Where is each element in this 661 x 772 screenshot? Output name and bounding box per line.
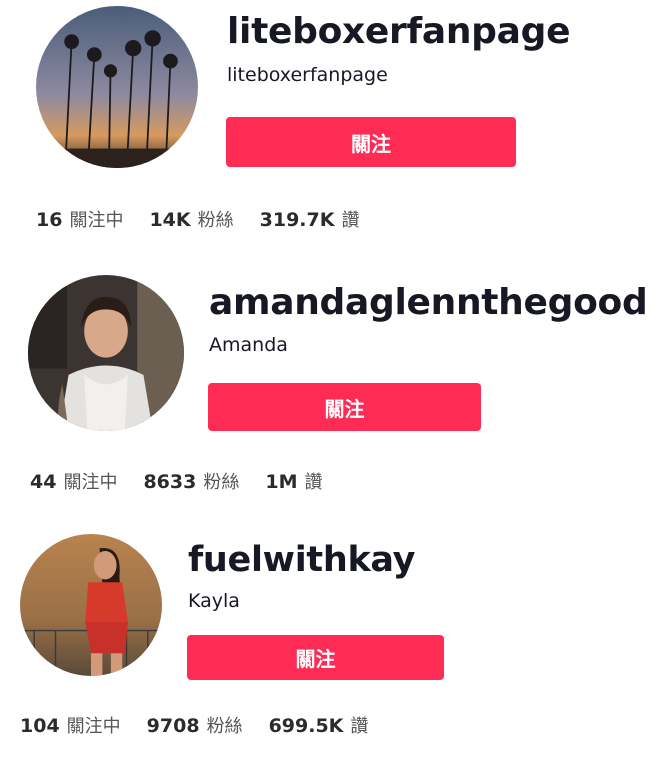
following-label: 關注中	[66, 716, 121, 737]
likes-count: 699.5K	[268, 715, 344, 737]
nickname: Kayla	[188, 590, 240, 612]
followers-count: 8633	[143, 471, 197, 493]
avatar[interactable]	[36, 6, 198, 168]
following-count: 104	[20, 715, 60, 737]
followers-label: 粉絲	[197, 210, 234, 231]
avatar[interactable]	[28, 275, 184, 431]
following-stat[interactable]: 104 關注中	[20, 712, 121, 738]
following-label: 關注中	[63, 472, 118, 493]
profile-card-liteboxerfanpage: liteboxerfanpage liteboxerfanpage 關注 16 …	[0, 0, 661, 250]
likes-stat: 699.5K 讚	[269, 712, 369, 738]
followers-count: 14K	[149, 209, 191, 231]
followers-stat[interactable]: 9708 粉絲	[147, 712, 243, 738]
username[interactable]: amandaglennthegood	[209, 282, 648, 323]
likes-label: 讚	[341, 210, 360, 231]
followers-stat[interactable]: 14K 粉絲	[149, 206, 233, 232]
nickname: Amanda	[209, 334, 288, 356]
following-stat[interactable]: 44 關注中	[30, 468, 117, 494]
followers-count: 9708	[146, 715, 200, 737]
likes-count: 319.7K	[259, 209, 335, 231]
following-count: 44	[30, 471, 57, 493]
avatar-palm-trees-image	[36, 6, 198, 168]
profile-card-fuelwithkay: fuelwithkay Kayla 關注 104 關注中 9708 粉絲 699…	[0, 526, 661, 772]
username[interactable]: liteboxerfanpage	[227, 11, 571, 52]
profile-stats: 104 關注中 9708 粉絲 699.5K 讚	[20, 712, 394, 738]
following-count: 16	[36, 209, 63, 231]
following-stat[interactable]: 16 關注中	[36, 206, 123, 232]
username[interactable]: fuelwithkay	[188, 540, 416, 580]
follow-button[interactable]: 關注	[208, 383, 481, 431]
following-label: 關注中	[69, 210, 124, 231]
likes-stat: 319.7K 讚	[260, 206, 360, 232]
likes-stat: 1M 讚	[265, 468, 322, 494]
followers-stat[interactable]: 8633 粉絲	[143, 468, 239, 494]
followers-label: 粉絲	[206, 716, 243, 737]
likes-label: 讚	[350, 716, 369, 737]
followers-label: 粉絲	[203, 472, 240, 493]
profile-card-amandaglennthegood: amandaglennthegood Amanda 關注 44 關注中 8633…	[0, 262, 661, 512]
profile-stats: 16 關注中 14K 粉絲 319.7K 讚	[36, 206, 385, 232]
avatar-portrait-image	[20, 534, 162, 676]
avatar[interactable]	[20, 534, 162, 676]
follow-button[interactable]: 關注	[226, 117, 516, 167]
nickname: liteboxerfanpage	[227, 64, 388, 86]
likes-label: 讚	[304, 472, 323, 493]
likes-count: 1M	[265, 471, 298, 493]
profile-stats: 44 關注中 8633 粉絲 1M 讚	[30, 468, 348, 494]
profile-list: liteboxerfanpage liteboxerfanpage 關注 16 …	[0, 0, 661, 772]
follow-button[interactable]: 關注	[187, 635, 444, 680]
avatar-portrait-image	[28, 275, 184, 431]
